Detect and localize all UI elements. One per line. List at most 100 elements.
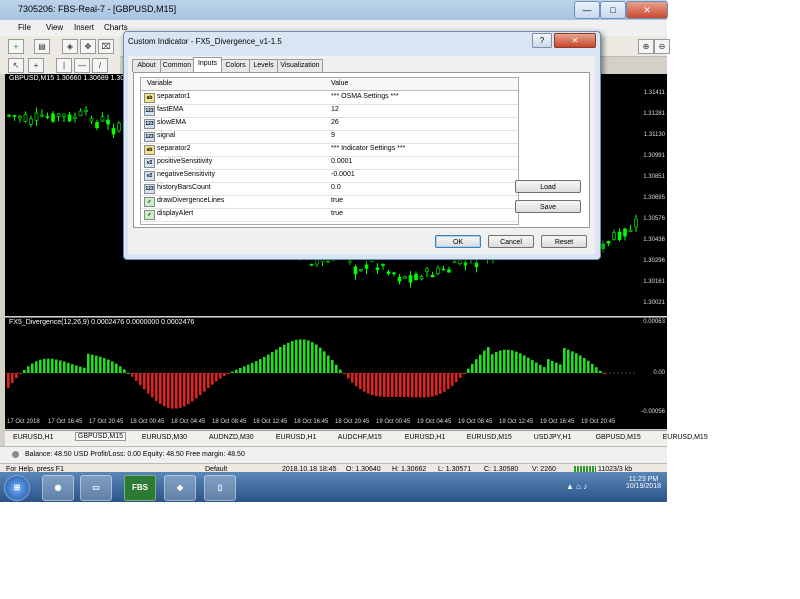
param-name: slowEMA [157,119,187,126]
param-row-displayAlert[interactable]: ✓ displayAlert true [141,208,518,222]
tab-about[interactable]: About [132,59,161,72]
histogram-bar [499,350,502,373]
param-row-drawDivergenceLines[interactable]: ✓ drawDivergenceLines true [141,195,518,209]
dialog-close-button[interactable]: ✕ [554,33,596,48]
system-clock[interactable]: 11:23 PM 10/19/2018 [626,476,661,490]
histogram-bar [315,344,318,373]
param-value[interactable]: 26 [331,119,339,126]
candle-body [628,229,633,232]
param-value[interactable]: 0.0001 [331,158,352,165]
save-button[interactable]: Save [515,200,581,213]
param-value[interactable]: true [331,210,343,217]
symbol-tab[interactable]: GBPUSD,M15 [596,434,641,441]
histogram-bar [455,373,458,383]
price-label: 1.31281 [643,111,665,117]
dialog-help-button[interactable]: ? [532,33,552,48]
param-row-separator2[interactable]: ab separator2 *** Indicator Settings *** [141,143,518,157]
candle-body [392,272,396,275]
trendline-icon[interactable]: / [92,58,108,73]
histogram-bar [447,373,450,390]
param-row-slowEMA[interactable]: 123 slowEMA 26 [141,117,518,131]
histogram-bar [359,373,362,390]
histogram-bar [471,363,474,373]
symbol-tab[interactable]: EURUSD,M15 [663,434,708,441]
param-row-positiveSensitivity[interactable]: v2 positiveSensitivity 0.0001 [141,156,518,170]
osma-histogram [5,339,635,409]
param-value[interactable]: *** Indicator Settings *** [331,145,405,152]
symbol-tab[interactable]: AUDCHF,M15 [338,434,382,441]
param-value[interactable]: true [331,197,343,204]
candle-body [100,116,105,122]
metatrader-icon[interactable]: ◆ [164,475,196,501]
vertical-line-icon[interactable]: | [56,58,72,73]
zoom-in-icon[interactable]: ⊕ [638,39,654,54]
chrome-icon[interactable]: ◉ [42,475,74,501]
histogram-bar [195,373,198,399]
param-value[interactable]: 9 [331,132,335,139]
navigator-icon[interactable]: ✥ [80,39,96,54]
param-row-negativeSensitivity[interactable]: v2 negativeSensitivity -0.0001 [141,169,518,183]
symbol-tab[interactable]: EURUSD,M15 [467,434,512,441]
indicator-level-bottom: -0.00056 [641,409,665,415]
maximize-button[interactable]: □ [600,1,626,19]
param-value[interactable]: *** OSMA Settings *** [331,93,399,100]
cursor-icon[interactable]: ↖ [8,58,24,73]
fbs-app-icon[interactable]: FBS [124,475,156,501]
histogram-bar [71,364,74,373]
symbol-tab[interactable]: EURUSD,H1 [276,434,316,441]
start-button-icon[interactable]: ⊞ [4,475,30,501]
reset-button[interactable]: Reset [541,235,587,248]
symbol-tab[interactable]: EURUSD,M30 [142,434,187,441]
histogram-bar [95,355,98,373]
symbol-tab[interactable]: EURUSD,H1 [405,434,445,441]
menu-file[interactable]: File [18,23,31,32]
zoom-out-icon[interactable]: ⊖ [654,39,670,54]
param-value[interactable]: 12 [331,106,339,113]
ok-button[interactable]: OK [435,235,481,248]
param-row-fastEMA[interactable]: 123 fastEMA 12 [141,104,518,118]
new-chart-icon[interactable]: + [8,39,24,54]
candle-body [29,118,33,125]
inputs-grid: Variable Value ab separator1 *** OSMA Sett… [140,77,519,225]
param-row-historyBarsCount[interactable]: 123 historyBarsCount 0.0 [141,182,518,196]
market-watch-icon[interactable]: ◈ [62,39,78,54]
candle-body [45,116,50,118]
histogram-bar [431,373,434,397]
candle-body [452,261,457,264]
explorer-folder-icon[interactable]: ▭ [80,475,112,501]
symbol-tab[interactable]: GBPUSD,M15 [74,432,127,441]
minimize-button[interactable]: — [574,1,600,19]
crosshair-icon[interactable]: + [28,58,44,73]
candle-body [375,267,380,270]
param-name: separator2 [157,145,191,152]
notepad-icon[interactable]: ▯ [204,475,236,501]
indicator-subwindow[interactable]: FX5_Divergence(12,26,9) 0.0002476 0.0000… [5,317,667,418]
histogram-bar [123,369,126,373]
tab-levels[interactable]: Levels [249,59,278,72]
menu-view[interactable]: View [46,23,63,32]
terminal-icon[interactable]: ⌧ [98,39,114,54]
param-row-separator1[interactable]: ab separator1 *** OSMA Settings *** [141,91,518,105]
tab-common[interactable]: Common [160,59,194,72]
symbol-tab[interactable]: AUDNZD,M30 [209,434,254,441]
horizontal-line-icon[interactable]: — [74,58,90,73]
tab-visualization[interactable]: Visualization [277,59,323,72]
close-window-button[interactable]: ✕ [626,1,668,19]
param-name: negativeSensitivity [157,171,215,178]
tray-icons[interactable]: ▲ ⌂ ♪ [566,482,587,491]
symbol-tab[interactable]: USDJPY,H1 [534,434,572,441]
symbol-tab[interactable]: EURUSD,H1 [13,434,53,441]
histogram-bar [19,373,22,374]
tab-inputs[interactable]: Inputs [193,57,222,72]
chart-header: GBPUSD,M15 1.30660 1.30689 1.30 [9,75,125,82]
param-value[interactable]: -0.0001 [331,171,355,178]
param-row-signal[interactable]: 123 signal 9 [141,130,518,144]
tab-colors[interactable]: Colors [221,59,250,72]
string-type-icon: ab [144,93,155,103]
menu-insert[interactable]: Insert [74,23,94,32]
cancel-button[interactable]: Cancel [488,235,534,248]
load-button[interactable]: Load [515,180,581,193]
histogram-bar [343,373,346,375]
profiles-icon[interactable]: ▤ [34,39,50,54]
param-value[interactable]: 0.0 [331,184,341,191]
